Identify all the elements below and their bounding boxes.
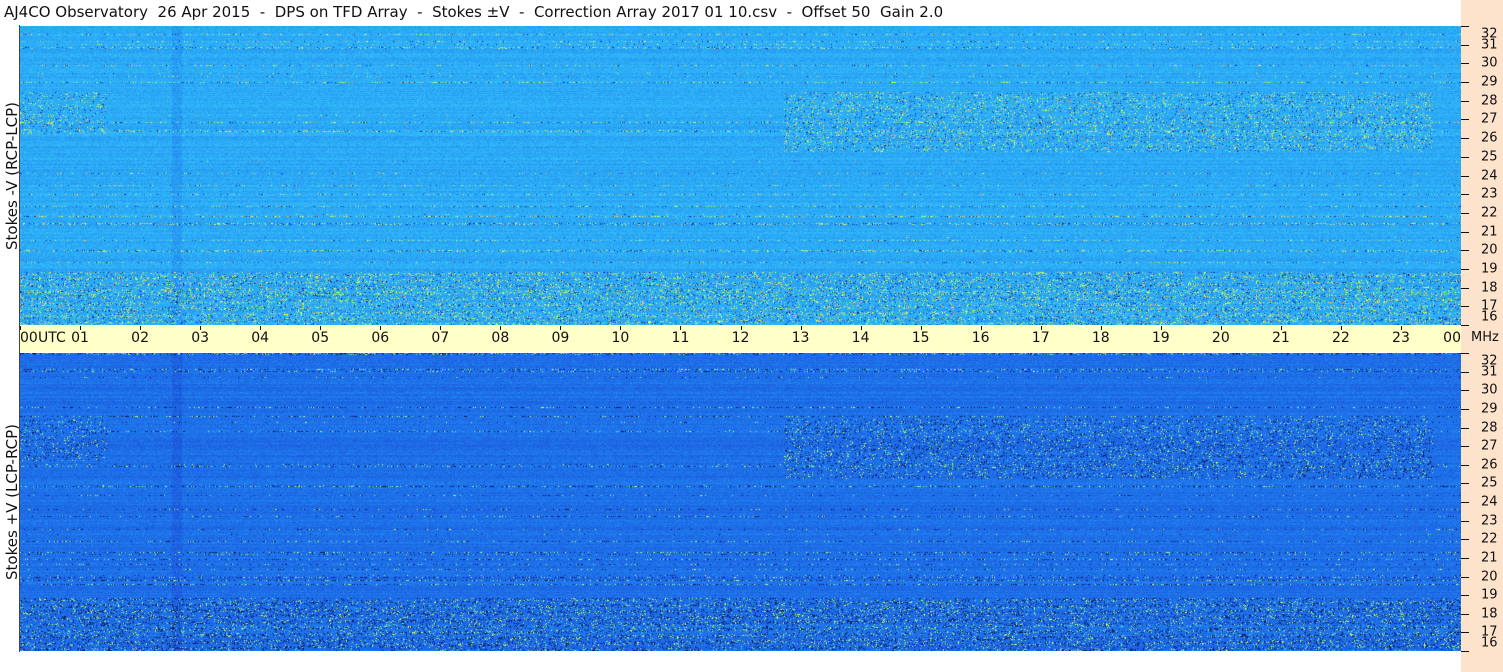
time-tick-label: 02 (131, 330, 149, 346)
freq-tick-label: 23 (1481, 186, 1498, 202)
freq-tick-label: 16 (1481, 309, 1498, 325)
freq-tick (1461, 483, 1469, 485)
freq-tick (1461, 26, 1469, 27)
freq-tick-label: 28 (1481, 93, 1498, 109)
freq-tick (1461, 250, 1469, 252)
freq-tick (1461, 212, 1469, 214)
freq-tick (1461, 427, 1469, 429)
freq-tick-label: 27 (1481, 111, 1498, 127)
freq-tick-label: 23 (1481, 513, 1498, 529)
freq-tick-label: 31 (1481, 364, 1498, 380)
freq-tick (1461, 539, 1469, 541)
freq-tick (1461, 44, 1469, 46)
time-tick-label: 14 (851, 330, 870, 346)
freq-tick (1461, 390, 1469, 392)
freq-tick (1461, 268, 1469, 270)
freq-tick (1461, 156, 1469, 158)
time-unit-label: UTC (38, 330, 66, 346)
time-tick-label: 15 (911, 330, 930, 346)
freq-tick (1461, 446, 1469, 448)
freq-tick (1461, 502, 1469, 503)
freq-tick-label: 30 (1481, 382, 1498, 398)
freq-tick (1461, 464, 1469, 466)
freq-tick (1461, 576, 1469, 578)
spectrogram-bottom (20, 353, 1461, 651)
time-tick-label: 04 (251, 330, 270, 346)
time-tick-label: 05 (311, 330, 330, 346)
freq-tick-label: 19 (1481, 587, 1498, 603)
freq-tick-label: 18 (1481, 606, 1498, 622)
bottom-panel-ylabel: Stokes +V (LCP-RCP) (3, 424, 21, 580)
freq-tick-label: 22 (1481, 205, 1498, 221)
time-tick-label: 09 (551, 330, 570, 346)
freq-tick-label: 24 (1481, 494, 1498, 510)
freq-tick (1461, 138, 1469, 140)
freq-tick-label: 26 (1481, 130, 1498, 146)
time-tick-label: 06 (371, 330, 390, 346)
time-tick-label: 13 (791, 330, 810, 346)
time-tick-label: 23 (1392, 330, 1410, 346)
time-tick-label: 17 (1031, 330, 1050, 346)
freq-tick (1461, 119, 1469, 121)
freq-tick (1461, 632, 1469, 634)
time-tick-label: 07 (431, 330, 450, 346)
time-tick-label: 00 (20, 330, 38, 346)
freq-tick (1461, 306, 1469, 308)
freq-tick-label: 25 (1481, 475, 1498, 491)
freq-tick-label: 27 (1481, 438, 1498, 454)
time-tick-label: 16 (971, 330, 990, 346)
freq-tick (1461, 325, 1469, 326)
freq-tick (1461, 231, 1469, 233)
freq-tick-label: 29 (1481, 401, 1498, 417)
freq-tick-label: 20 (1481, 569, 1498, 584)
freq-tick (1461, 613, 1469, 615)
freq-tick-label: 21 (1481, 550, 1498, 566)
time-tick-label: 19 (1151, 330, 1170, 346)
chart-title: AJ4CO Observatory 26 Apr 2015 - DPS on T… (4, 3, 944, 21)
time-tick-label: 22 (1331, 330, 1350, 346)
freq-tick-label: 18 (1481, 280, 1498, 296)
time-tick-label: 01 (71, 330, 89, 346)
freq-tick (1461, 194, 1469, 196)
time-tick-label: 03 (191, 330, 210, 346)
spectrogram-top (20, 26, 1461, 325)
freq-tick (1461, 63, 1469, 65)
freq-tick-label: 20 (1481, 242, 1498, 258)
freq-tick (1461, 520, 1469, 522)
time-tick-label: 21 (1271, 330, 1290, 346)
spectrogram-top-canvas (20, 26, 1461, 325)
freq-tick (1461, 651, 1469, 652)
freq-tick (1461, 595, 1469, 597)
time-tick-label: 11 (671, 330, 690, 346)
freq-tick (1461, 408, 1469, 410)
freq-tick-label: 28 (1481, 420, 1498, 435)
freq-tick (1461, 557, 1469, 559)
time-tick-label: 12 (731, 330, 750, 346)
freq-tick-label: 19 (1481, 261, 1498, 277)
freq-tick-label: 29 (1481, 74, 1498, 90)
top-panel-ylabel: Stokes -V (RCP-LCP) (3, 102, 21, 250)
time-tick-label: 00 (1443, 330, 1461, 346)
freq-tick (1461, 287, 1469, 289)
freq-tick (1461, 100, 1469, 102)
spectrogram-bottom-canvas (20, 353, 1461, 651)
freq-tick (1461, 82, 1469, 84)
freq-tick-label: 24 (1481, 168, 1498, 183)
freq-tick (1461, 371, 1469, 373)
time-tick-label: 08 (491, 330, 510, 346)
freq-tick-label: 26 (1481, 457, 1498, 473)
freq-tick (1461, 175, 1469, 177)
time-axis: 00 01 02 03 04 05 06 07 08 09 10 11 12 13 14 15 16 17 18 19… (20, 326, 1462, 352)
freq-tick-label: 21 (1481, 224, 1498, 240)
freq-tick-label: 25 (1481, 149, 1498, 165)
freq-unit-label: MHz (1471, 330, 1499, 345)
time-tick-label: 20 (1211, 330, 1230, 346)
time-tick-label: 10 (611, 330, 630, 346)
freq-tick-label: 31 (1481, 37, 1498, 53)
freq-tick-label: 22 (1481, 531, 1498, 547)
freq-tick-label: 16 (1481, 635, 1498, 651)
time-tick-label: 18 (1091, 330, 1110, 346)
freq-tick-label: 30 (1481, 55, 1498, 71)
freq-tick (1461, 353, 1469, 354)
